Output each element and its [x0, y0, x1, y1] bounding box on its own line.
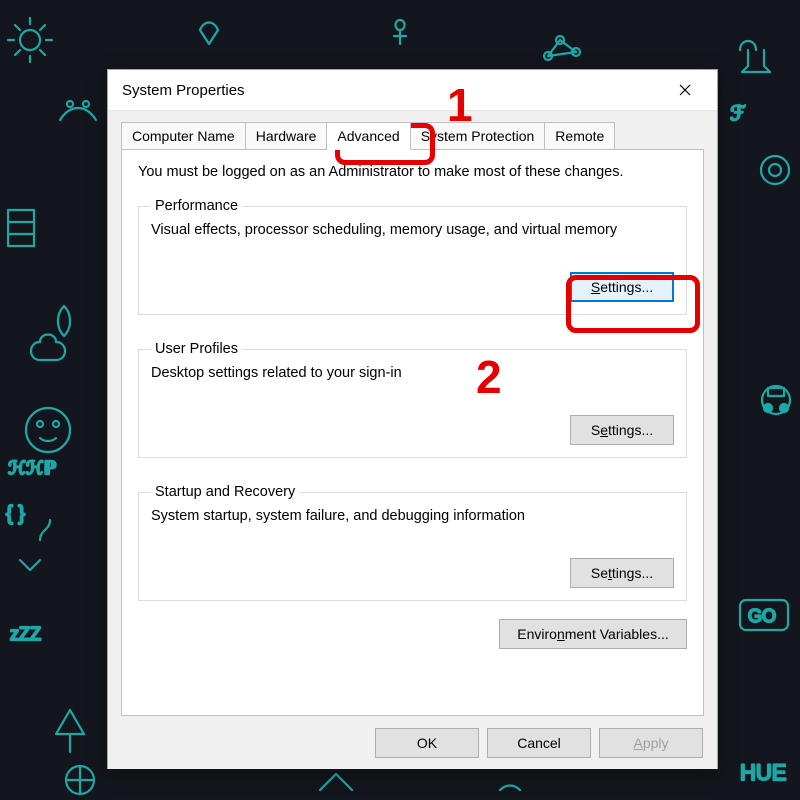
tab-panel-advanced: You must be logged on as an Administrato…: [121, 149, 704, 716]
titlebar[interactable]: System Properties: [108, 70, 717, 111]
svg-text:ℱ: ℱ: [730, 103, 746, 125]
tab-advanced[interactable]: Advanced: [327, 122, 410, 150]
svg-text:ℋℋℙ: ℋℋℙ: [8, 458, 56, 478]
tab-system-protection[interactable]: System Protection: [411, 122, 546, 149]
environment-variables-button[interactable]: Environment Variables...: [499, 619, 687, 649]
tab-hardware[interactable]: Hardware: [246, 122, 328, 149]
performance-settings-button-label: ettings...: [600, 279, 653, 295]
ok-button[interactable]: OK: [375, 728, 479, 758]
tab-computer-name[interactable]: Computer Name: [121, 122, 246, 149]
close-button[interactable]: [663, 75, 707, 105]
apply-button[interactable]: Apply: [599, 728, 703, 758]
svg-text:HUE: HUE: [740, 760, 786, 785]
group-startup-recovery-legend: Startup and Recovery: [151, 484, 299, 500]
cancel-button[interactable]: Cancel: [487, 728, 591, 758]
user-profiles-settings-button[interactable]: Settings...: [570, 415, 674, 445]
group-user-profiles-desc: Desktop settings related to your sign-in: [151, 365, 674, 381]
group-startup-recovery-desc: System startup, system failure, and debu…: [151, 508, 674, 524]
tab-strip: Computer Name Hardware Advanced System P…: [121, 119, 704, 149]
svg-text:zZZ: zZZ: [10, 624, 41, 644]
system-properties-dialog: System Properties Computer Name Hardware…: [107, 69, 718, 769]
startup-settings-button[interactable]: Settings...: [570, 558, 674, 588]
group-user-profiles: User Profiles Desktop settings related t…: [138, 341, 687, 458]
admin-note: You must be logged on as an Administrato…: [138, 164, 687, 180]
close-icon: [679, 84, 691, 96]
group-performance-legend: Performance: [151, 198, 242, 214]
performance-settings-button[interactable]: Settings...: [570, 272, 674, 302]
window-title: System Properties: [122, 82, 663, 99]
group-performance-desc: Visual effects, processor scheduling, me…: [151, 222, 674, 238]
group-startup-recovery: Startup and Recovery System startup, sys…: [138, 484, 687, 601]
tab-remote[interactable]: Remote: [545, 122, 615, 149]
group-user-profiles-legend: User Profiles: [151, 341, 242, 357]
svg-text:GO: GO: [748, 606, 776, 626]
group-performance: Performance Visual effects, processor sc…: [138, 198, 687, 315]
dialog-footer: OK Cancel Apply: [108, 717, 717, 769]
svg-text:{ }: { }: [6, 503, 25, 525]
